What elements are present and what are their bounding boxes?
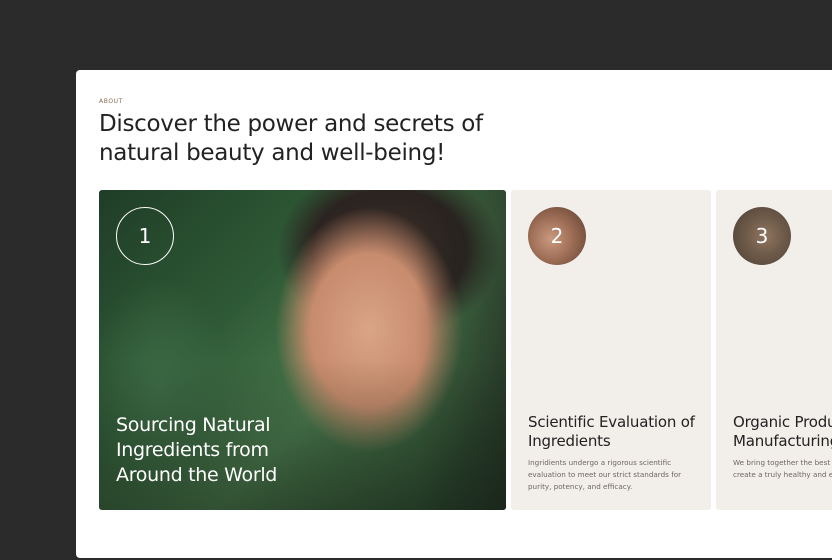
feature-card-evaluation[interactable]: 2 Scientific Evaluation of Ingredients I… xyxy=(511,190,711,510)
about-section: ABOUT Discover the power and secrets of … xyxy=(76,70,832,558)
photo-shade xyxy=(416,190,506,510)
card-title: Organic Product Manufacturing xyxy=(733,413,832,450)
step-number-avatar: 2 xyxy=(528,207,586,265)
card-description: We bring together the best of nature and… xyxy=(733,458,832,479)
feature-card-sourcing[interactable]: 1 Sourcing Natural Ingredients from Arou… xyxy=(99,190,506,510)
section-eyebrow: ABOUT xyxy=(99,98,123,105)
card-title: Scientific Evaluation of Ingredients xyxy=(528,413,695,450)
step-number-avatar: 3 xyxy=(733,207,791,265)
card-description: Ingridients undergo a rigorous scientifi… xyxy=(528,458,682,491)
feature-card-manufacturing[interactable]: 3 Organic Product Manufacturing We bring… xyxy=(716,190,832,510)
section-headline: Discover the power and secrets of natura… xyxy=(99,111,483,166)
card-title: Sourcing Natural Ingredients from Around… xyxy=(116,414,278,486)
step-number-badge: 1 xyxy=(116,207,174,265)
